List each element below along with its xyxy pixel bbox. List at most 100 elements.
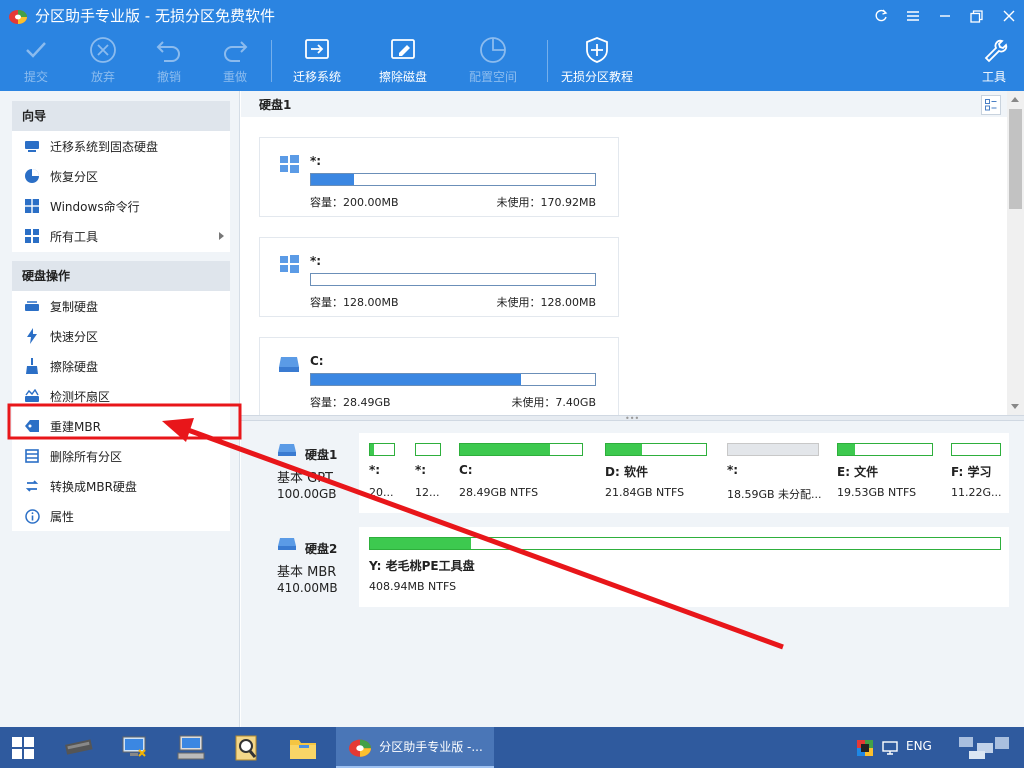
window-title: 分区助手专业版 - 无损分区免费软件 [35, 7, 275, 25]
partition-tile[interactable]: D: 软件 21.84GB NTFS [597, 437, 713, 509]
close-button[interactable] [993, 0, 1024, 32]
vertical-scrollbar[interactable] [1007, 91, 1024, 415]
discard-button[interactable]: 放弃 [89, 36, 117, 88]
sidebar-item-label: 属性 [50, 509, 75, 524]
partition-name: Y: 老毛桃PE工具盘 [369, 559, 475, 573]
title-bar: 分区助手专业版 - 无损分区免费软件 [0, 0, 1024, 32]
undo-icon [156, 41, 180, 62]
disk-info[interactable]: 硬盘2 基本 MBR 410.00MB [255, 527, 359, 607]
taskbar-app-network[interactable] [112, 727, 158, 768]
taskbar-app-explorer[interactable] [280, 727, 326, 768]
magnifier-icon [235, 735, 257, 760]
layout-toggle-button[interactable] [981, 95, 1001, 115]
taskbar-app-search[interactable] [224, 727, 270, 768]
erase-disk-button[interactable]: 擦除磁盘 [379, 36, 427, 88]
refresh-button[interactable] [865, 0, 896, 32]
broom-icon [26, 358, 38, 374]
partition-tile-unallocated[interactable]: *: 18.59GB 未分配... [719, 437, 823, 509]
sidebar-item-check-bad-sectors[interactable]: 检测坏扇区 [12, 381, 230, 411]
partition-tile[interactable]: Y: 老毛桃PE工具盘 408.94MB NTFS [361, 531, 1007, 603]
partition-tile[interactable]: C: 28.49GB NTFS [451, 437, 591, 509]
partition-detail: 28.49GB NTFS [459, 486, 539, 499]
partition-tile[interactable]: F: 学习 11.22G... [943, 437, 1007, 509]
partition-detail: 18.59GB 未分配... [727, 488, 822, 501]
sidebar-item-convert-mbr[interactable]: 转换成MBR硬盘 [12, 471, 230, 501]
partition-fill [606, 444, 642, 455]
partition-tile[interactable]: E: 文件 19.53GB NTFS [829, 437, 937, 509]
sidebar-item-rebuild-mbr[interactable]: 重建MBR [12, 411, 230, 441]
toolbar-divider [547, 40, 548, 82]
lightning-icon [27, 328, 37, 344]
disk-name: 硬盘1 [305, 448, 338, 462]
windows-start-icon [12, 736, 34, 759]
taskbar-app-terminal[interactable] [168, 727, 214, 768]
disk-type: 基本 MBR [277, 565, 337, 580]
tray-color-icon[interactable] [852, 727, 878, 768]
migrate-icon [305, 39, 329, 59]
app-logo-icon [9, 10, 27, 24]
hamburger-icon [906, 11, 919, 21]
scroll-thumb[interactable] [1009, 109, 1022, 209]
tray-clock-area[interactable] [948, 727, 1018, 768]
tools-button[interactable]: 工具 [980, 36, 1008, 88]
language-indicator[interactable]: ENG [906, 739, 932, 753]
sidebar-item-windows-cmd[interactable]: Windows命令行 [12, 191, 230, 221]
partition-tile[interactable]: *: 20... [361, 437, 399, 509]
tutorial-label: 无损分区教程 [561, 70, 634, 84]
migrate-os-button[interactable]: 迁移系统 [293, 36, 341, 88]
sidebar-item-copy-disk[interactable]: 复制硬盘 [12, 291, 230, 321]
partition-card[interactable]: *: 容量：200.00MB 未使用：170.92MB [259, 137, 619, 217]
drive-icon [279, 357, 299, 372]
partition-tile[interactable]: *: 12... [407, 437, 445, 509]
migrate-ssd-icon [25, 141, 39, 152]
redo-button[interactable]: 重做 [221, 36, 249, 88]
commit-button[interactable]: 提交 [22, 36, 50, 88]
sidebar-item-all-tools[interactable]: 所有工具 [12, 221, 230, 251]
partition-detail: 408.94MB NTFS [369, 580, 457, 593]
partition-bar [727, 443, 819, 456]
minimize-button[interactable] [929, 0, 960, 32]
usage-fill [311, 174, 354, 185]
copy-disk-icon [25, 301, 39, 311]
disk-name: 硬盘2 [305, 542, 338, 556]
partition-name: *: [369, 463, 381, 477]
partition-card[interactable]: C: 容量：28.49GB 未使用：7.40GB [259, 337, 619, 417]
disk-info[interactable]: 硬盘1 基本 GPT 100.00GB [255, 433, 359, 513]
tutorial-button[interactable]: 无损分区教程 [561, 36, 633, 88]
minimize-icon [939, 15, 950, 17]
allocate-space-button[interactable]: 配置空间 [469, 36, 517, 88]
sidebar-item-properties[interactable]: 属性 [12, 501, 230, 531]
capacity-text: 容量：128.00MB [310, 296, 399, 309]
disk-operations-section: 硬盘操作 复制硬盘 快速分区 擦除硬盘 检测坏扇区 重建MBR 删除所有分区 转… [12, 261, 230, 531]
erase-disk-icon [391, 39, 415, 59]
disk-heading-bar: 硬盘1 [241, 91, 1007, 117]
convert-icon [25, 480, 39, 492]
wizard-header: 向导 [12, 101, 230, 131]
restore-button[interactable] [961, 0, 992, 32]
sidebar-item-erase-disk[interactable]: 擦除硬盘 [12, 351, 230, 381]
scroll-up-arrow-icon[interactable] [1011, 97, 1019, 102]
sidebar-item-recover-partition[interactable]: 恢复分区 [12, 161, 230, 191]
tools-label: 工具 [981, 70, 1006, 84]
sidebar-item-label: Windows命令行 [50, 199, 140, 214]
taskbar-app-partition-assistant[interactable]: 分区助手专业版 -... [336, 727, 494, 768]
undo-button[interactable]: 撤销 [155, 36, 183, 88]
partition-bar [369, 443, 395, 456]
start-button[interactable] [0, 727, 46, 768]
window-controls [864, 0, 1024, 32]
pane-splitter[interactable]: ••• [241, 415, 1024, 423]
partition-card[interactable]: *: 容量：128.00MB 未使用：128.00MB [259, 237, 619, 317]
tray-network[interactable] [878, 727, 902, 768]
partition-name: *: [310, 254, 322, 268]
view-list-icon [985, 99, 997, 111]
tools-icon [984, 39, 1008, 63]
allocate-space-label: 配置空间 [469, 70, 518, 84]
scroll-down-arrow-icon[interactable] [1011, 404, 1019, 409]
sidebar-item-delete-all-partitions[interactable]: 删除所有分区 [12, 441, 230, 471]
taskbar-app-memory[interactable] [56, 727, 102, 768]
recover-partition-icon [25, 169, 39, 183]
sidebar-item-quick-partition[interactable]: 快速分区 [12, 321, 230, 351]
sidebar-item-migrate-ssd[interactable]: 迁移系统到固态硬盘 [12, 131, 230, 161]
menu-button[interactable] [897, 0, 928, 32]
disk-row: 硬盘2 基本 MBR 410.00MB Y: 老毛桃PE工具盘 408.94MB… [255, 527, 1009, 607]
